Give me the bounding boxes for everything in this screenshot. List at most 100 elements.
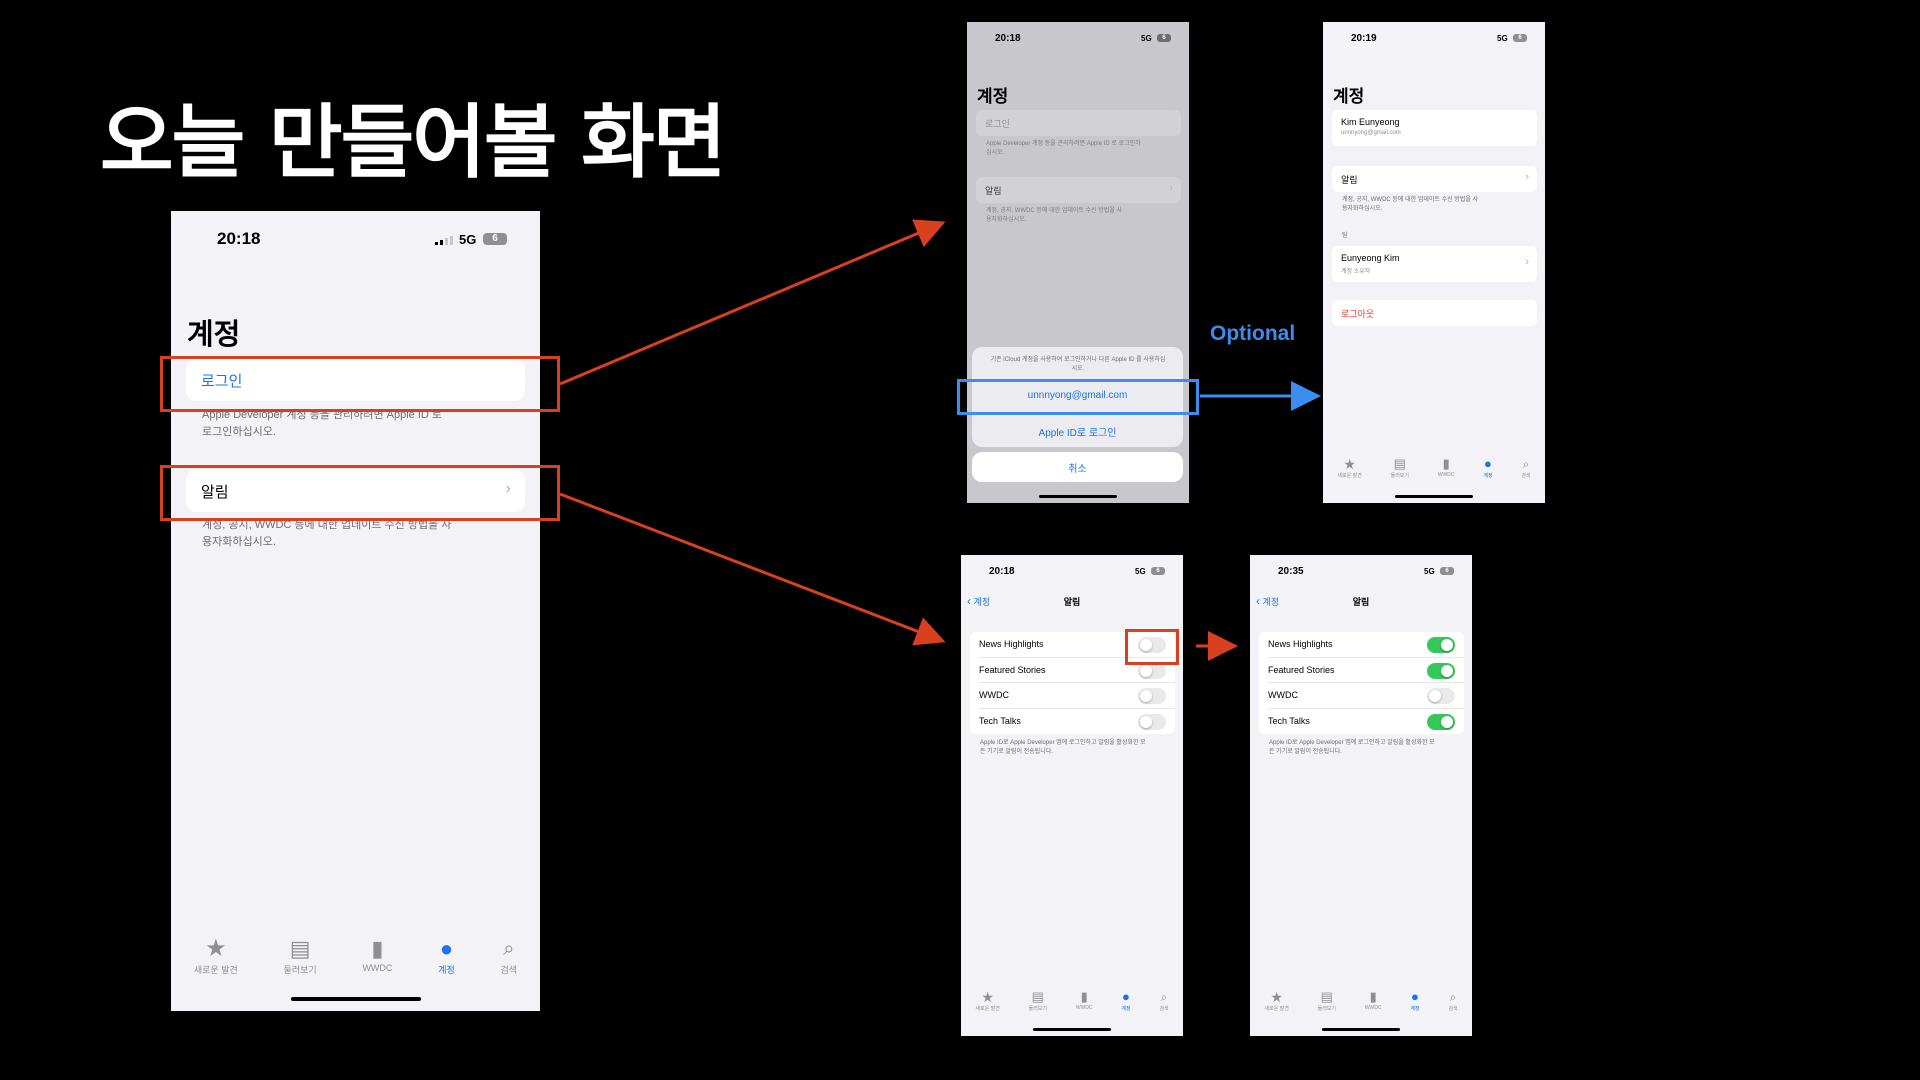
team-role: 계정 소유자 [1341, 269, 1371, 275]
tab-search[interactable]: ⌕ 검색 [1448, 989, 1457, 1012]
notification-toggle[interactable] [1138, 713, 1166, 730]
tab-browse[interactable]: ▤ 둘러보기 [1391, 456, 1409, 479]
search-icon: ⌕ [503, 938, 515, 960]
login-row[interactable]: 로그인 [976, 110, 1181, 136]
sheet-note: 기존 iCloud 계정을 사용하여 로그인하거나 다른 Apple ID 를 … [990, 357, 1166, 372]
person-circle-icon: ● [1483, 456, 1492, 471]
notification-toggle[interactable] [1427, 713, 1455, 730]
status-time: 20:18 [995, 33, 1021, 44]
home-indicator [1039, 495, 1117, 498]
toggle-row-label: Tech Talks [979, 715, 1021, 726]
status-time: 20:18 [989, 566, 1015, 577]
tab-browse[interactable]: ▤ 둘러보기 [1029, 989, 1047, 1012]
network-label: 5G [459, 232, 477, 247]
toggle-row-label: News Highlights [1268, 639, 1333, 649]
search-icon: ⌕ [1160, 990, 1168, 1004]
tab-browse[interactable]: ▤ 둘러보기 [284, 935, 317, 976]
tab-search[interactable]: ⌕ 검색 [1521, 456, 1530, 479]
home-indicator [1322, 1028, 1400, 1031]
nav-title: 알림 [1063, 597, 1081, 607]
arrow-notify-to-list [559, 492, 946, 646]
star-icon: ★ [1270, 989, 1283, 1005]
chevron-right-icon: › [1169, 182, 1173, 194]
tab-account[interactable]: ● 계정 [1483, 456, 1492, 479]
tab-browse[interactable]: ▤ 둘러보기 [1318, 989, 1336, 1012]
battery-icon: 6 [1157, 34, 1171, 42]
login-sheet-phone: 20:18 5G 6 계정 로그인 Apple Developer 계정 등을 … [967, 22, 1189, 503]
tab-discover[interactable]: ★ 새로운 발견 [975, 989, 999, 1012]
battery-icon: 6 [1151, 567, 1165, 575]
status-time: 20:35 [1278, 566, 1304, 577]
person-circle-icon: ● [1121, 989, 1130, 1004]
logout-row[interactable]: 로그아웃 [1332, 300, 1537, 326]
profile-row[interactable]: Kim Eunyeong unnnyong@gmail.com [1332, 110, 1537, 146]
toggle-list: News Highlights Featured Stories WWDC Tech … [1259, 632, 1464, 734]
home-indicator [1033, 1028, 1111, 1031]
wwdc-icon: ▮ [1442, 456, 1450, 471]
tab-account[interactable]: ● 계정 [1121, 989, 1130, 1012]
tab-account[interactable]: ● 계정 [438, 935, 455, 976]
tab-discover[interactable]: ★ 새로운 발견 [1337, 456, 1361, 479]
tab-discover[interactable]: ★ 새로운 발견 [1264, 989, 1288, 1012]
tab-wwdc[interactable]: ▮ WWDC [362, 935, 392, 976]
team-row[interactable]: Eunyeong Kim 계정 소유자 › [1332, 246, 1537, 282]
tab-bar: ★ 새로운 발견 ▤ 둘러보기 ▮ WWDC ● 계정 ⌕ 검색 [171, 935, 540, 976]
stack-icon: ▤ [1320, 989, 1333, 1004]
battery-icon: 6 [483, 233, 507, 245]
tab-wwdc[interactable]: ▮ WWDC [1365, 989, 1382, 1012]
network-label: 5G [1497, 34, 1508, 43]
tab-wwdc[interactable]: ▮ WWDC [1076, 989, 1093, 1012]
person-circle-icon: ● [1410, 989, 1419, 1004]
toggle-row-label: Featured Stories [1268, 664, 1335, 675]
toggle-row: News Highlights [1259, 632, 1464, 658]
notification-toggle[interactable] [1427, 637, 1455, 653]
tab-discover[interactable]: ★ 새로운 발견 [194, 935, 238, 976]
notification-toggle[interactable] [1427, 662, 1455, 679]
person-circle-icon: ● [439, 936, 454, 961]
notification-toggle[interactable] [1138, 688, 1166, 704]
toggle-row-label: Tech Talks [1268, 715, 1310, 726]
toggle-row: WWDC [1259, 683, 1464, 709]
page-title: 계정 [187, 319, 241, 351]
star-icon: ★ [1343, 456, 1356, 472]
tab-bar: ★ 새로운 발견 ▤ 둘러보기 ▮ WWDC ● 계정 ⌕ 검색 [1323, 456, 1545, 479]
chevron-right-icon: › [1525, 171, 1529, 183]
page-title: 계정 [977, 87, 1009, 106]
toggle-row-label: Featured Stories [979, 664, 1046, 675]
notify-row[interactable]: 알림 › [976, 177, 1181, 203]
notify-note: 계정, 공지, WWDC 등에 대한 업데이트 수신 방법을 사용자화하십시오. [202, 519, 452, 548]
appleid-login-button[interactable]: Apple ID로 로그인 [972, 424, 1183, 439]
toggle-row-label: WWDC [979, 690, 1009, 700]
optional-label: Optional [1210, 322, 1296, 345]
stack-icon: ▤ [289, 936, 311, 961]
search-icon: ⌕ [1449, 990, 1457, 1004]
stack-icon: ▤ [1393, 456, 1406, 471]
notify-row[interactable]: 알림 › [1332, 166, 1537, 192]
chevron-right-icon: › [1525, 256, 1529, 268]
cancel-button[interactable]: 취소 [972, 452, 1183, 482]
home-indicator [1395, 495, 1473, 498]
profile-email: unnnyong@gmail.com [1341, 130, 1401, 136]
tab-bar: ★ 새로운 발견 ▤ 둘러보기 ▮ WWDC ● 계정 ⌕ 검색 [1250, 989, 1472, 1012]
toggle-row: Tech Talks [1259, 709, 1464, 735]
network-label: 5G [1141, 34, 1152, 43]
signal-icon [435, 235, 453, 245]
tab-account[interactable]: ● 계정 [1410, 989, 1419, 1012]
notify-highlight [160, 465, 560, 521]
nav-title: 알림 [1352, 597, 1370, 607]
notify-phone-off: 20:18 5G 6 ‹ 계정 알림 News Highlights Featur… [961, 555, 1183, 1036]
tab-search[interactable]: ⌕ 검색 [1159, 989, 1168, 1012]
notification-toggle[interactable] [1427, 688, 1455, 704]
tab-wwdc[interactable]: ▮ WWDC [1438, 456, 1455, 479]
home-indicator [291, 997, 421, 1001]
login-highlight [160, 356, 560, 412]
arrow-login-to-sheet [559, 219, 946, 386]
network-label: 5G [1135, 567, 1146, 576]
star-icon: ★ [205, 935, 227, 962]
page-title: 계정 [1333, 87, 1365, 106]
team-header: 팀 [1342, 233, 1348, 239]
toggle-row: WWDC [970, 683, 1175, 709]
status-time: 20:18 [217, 229, 261, 248]
battery-icon: 6 [1513, 34, 1527, 42]
tab-search[interactable]: ⌕ 검색 [501, 935, 518, 976]
